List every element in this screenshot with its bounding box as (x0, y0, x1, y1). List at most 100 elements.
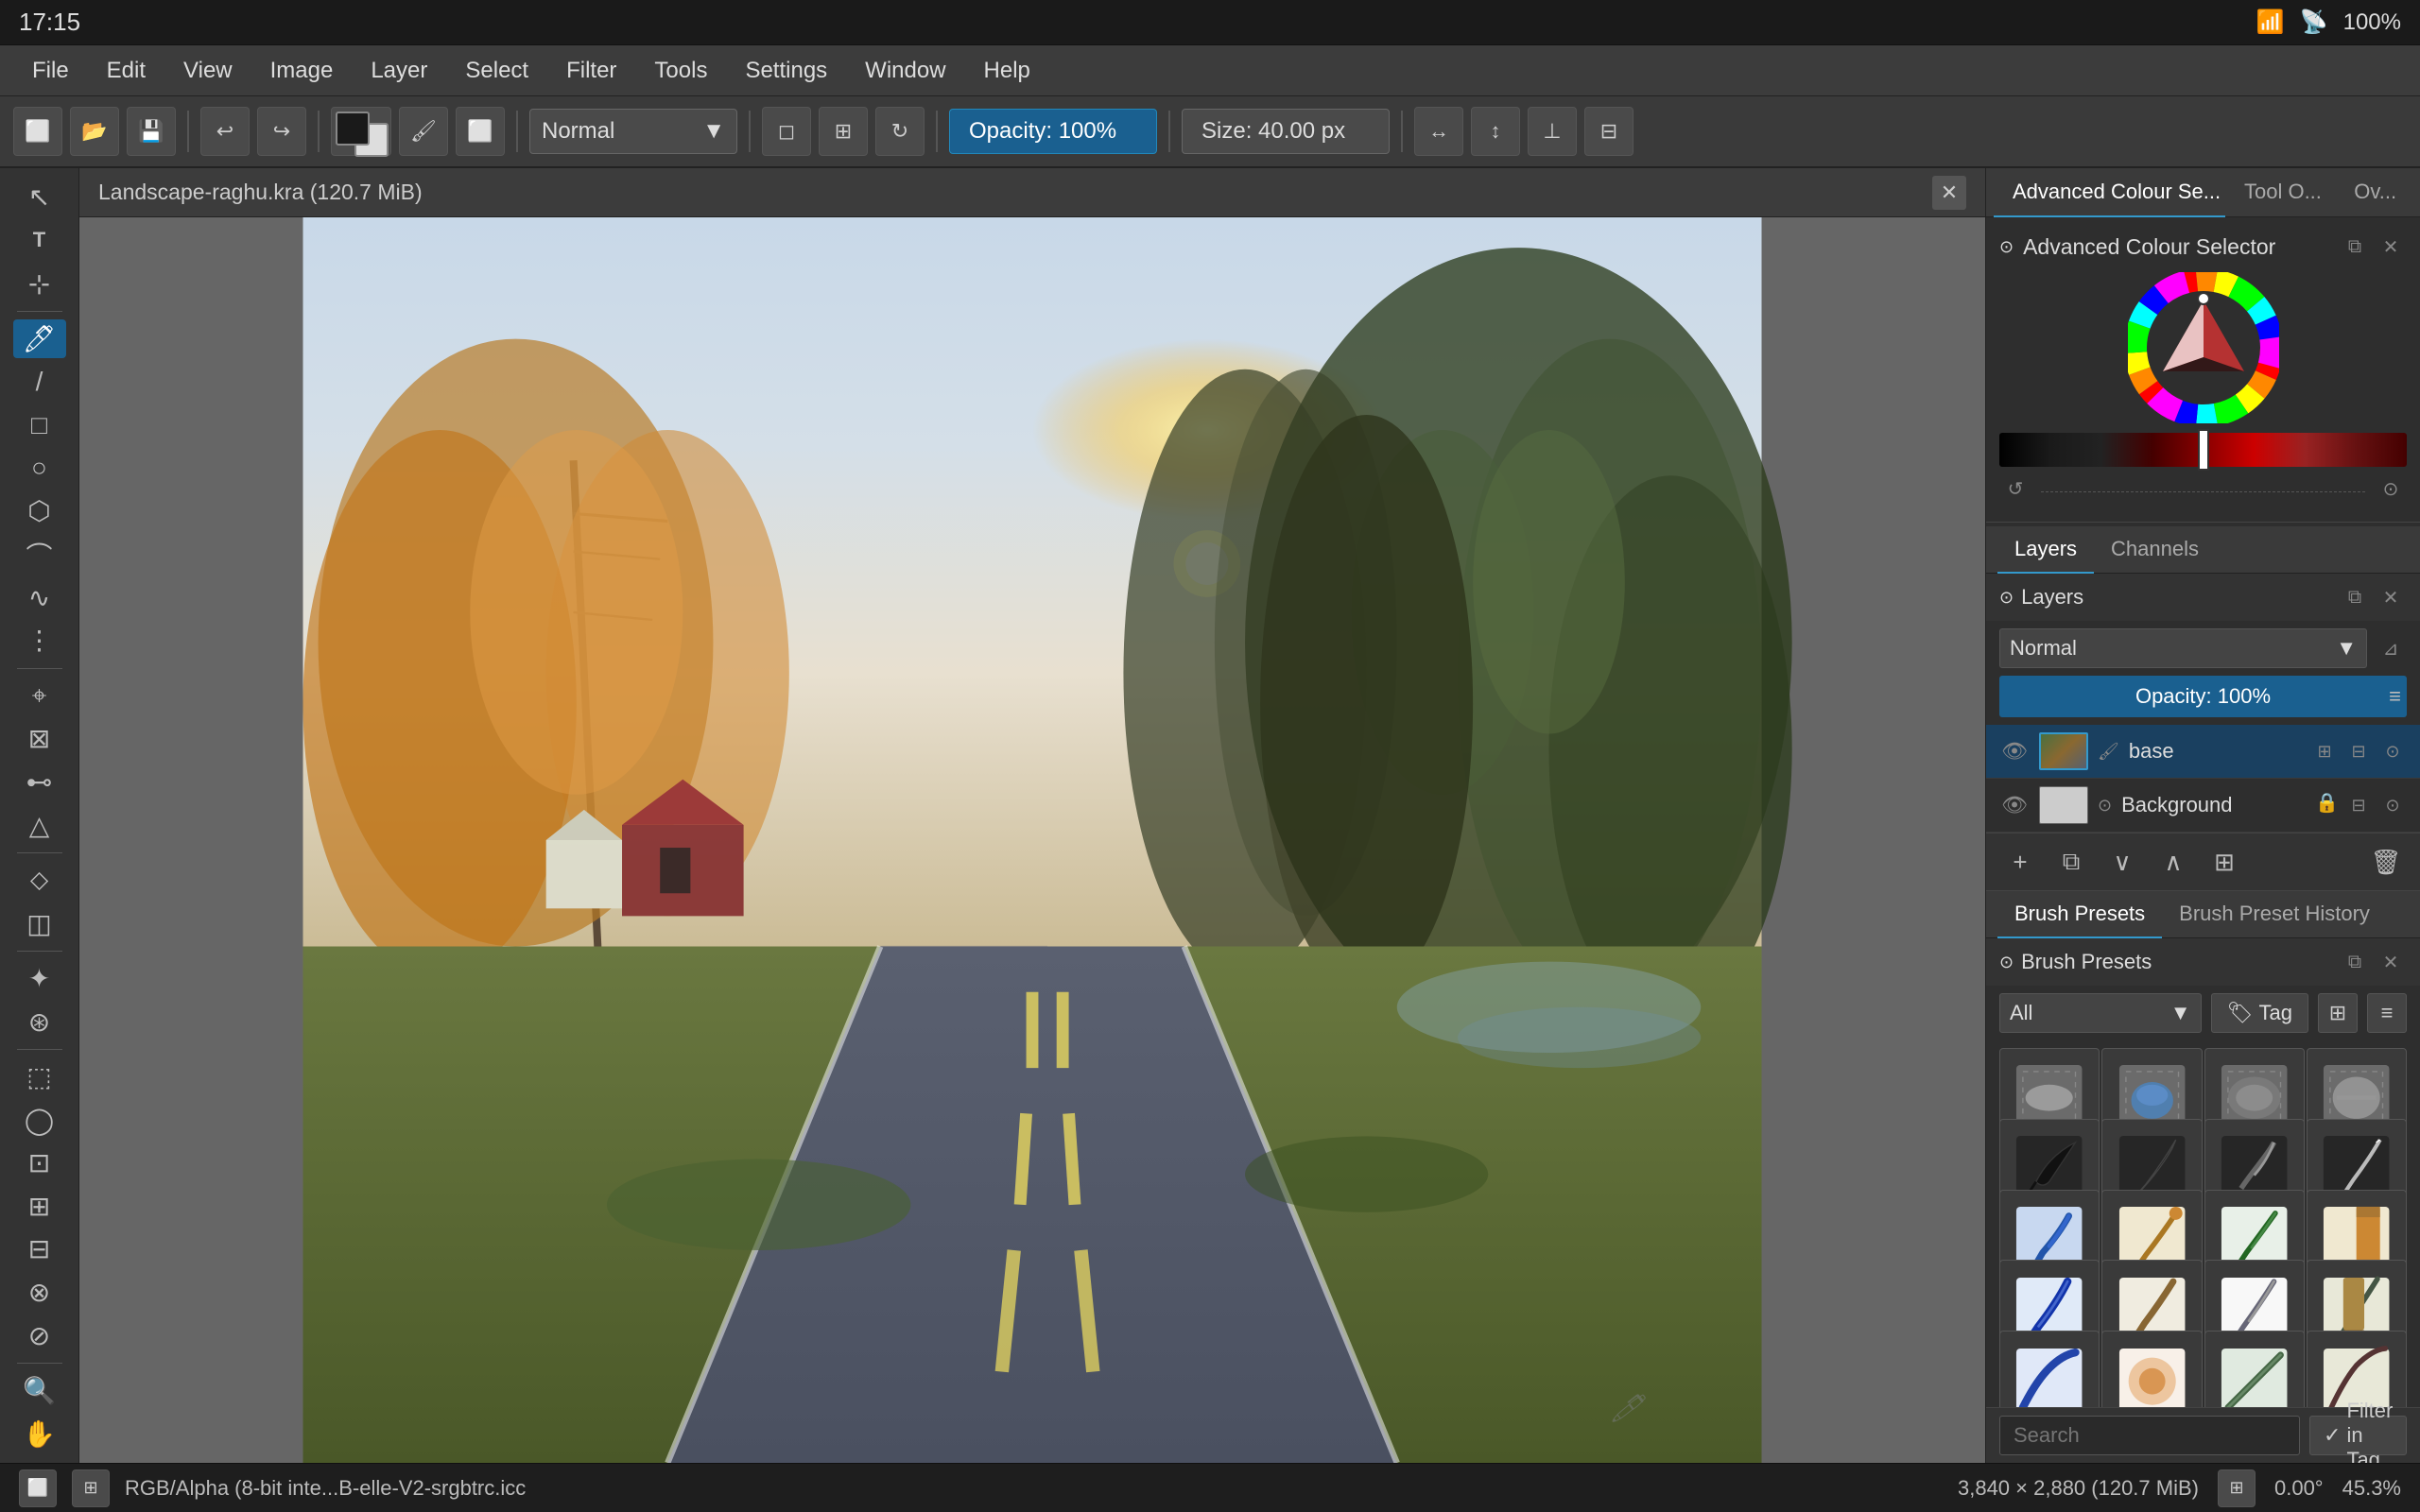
color-panel-detach-btn[interactable]: ⧉ (2339, 231, 2371, 263)
brush-search-input[interactable] (1999, 1416, 2300, 1455)
menu-tools[interactable]: Tools (637, 52, 724, 90)
layer-base-alpha-btn[interactable]: ⊟ (2344, 737, 2373, 765)
tool-color-picker[interactable]: ✦ (13, 959, 66, 999)
layer-up-btn[interactable]: ∧ (2152, 841, 2194, 883)
tool-rect[interactable]: □ (13, 405, 66, 445)
tool-angle[interactable]: △ (13, 805, 66, 845)
brush-preset-btn[interactable]: 🖌 (399, 107, 448, 156)
menu-layer[interactable]: Layer (354, 52, 444, 90)
brush-tag-btn[interactable]: 🏷 Tag (2211, 993, 2308, 1033)
layer-row-background[interactable]: 👁 ⊙ Background 🔒 ⊟ ⊙ (1986, 779, 2420, 833)
menu-file[interactable]: File (15, 52, 86, 90)
tool-multibrush[interactable]: ⋮ (13, 621, 66, 661)
redo-btn[interactable]: ↪ (257, 107, 306, 156)
canvas-area[interactable]: 🖊 (79, 217, 1985, 1463)
brush-detach-btn[interactable]: ⧉ (2339, 946, 2371, 978)
tool-transform2[interactable]: ⌖ (13, 676, 66, 715)
menu-filter[interactable]: Filter (549, 52, 633, 90)
brush-size-control[interactable]: Size: 40.00 px (1182, 109, 1390, 154)
preserve-alpha-btn[interactable]: ⊞ (819, 107, 868, 156)
tool-bezier-select[interactable]: ⊗ (13, 1273, 66, 1313)
tool-contiguous-select[interactable]: ⊞ (13, 1187, 66, 1227)
reload-btn[interactable]: ↻ (875, 107, 925, 156)
tool-line[interactable]: / (13, 362, 66, 402)
tool-similar-select[interactable]: ⊟ (13, 1229, 66, 1269)
layer-filter-btn[interactable]: ⊿ (2375, 632, 2407, 664)
tool-brush[interactable]: 🖊 (13, 319, 66, 359)
tool-gradient[interactable]: ◫ (13, 903, 66, 943)
tool-polygon[interactable]: ⬡ (13, 491, 66, 531)
tool-smart-patch[interactable]: ⊛ (13, 1002, 66, 1041)
menu-window[interactable]: Window (848, 52, 962, 90)
tool-text[interactable]: T (13, 221, 66, 261)
mirror-tool-btn[interactable]: ⊥ (1528, 107, 1577, 156)
tab-overview[interactable]: Ov... (2335, 168, 2412, 217)
opacity-control[interactable]: Opacity: 100% (949, 109, 1157, 154)
layer-base-more-btn[interactable]: ⊙ (2378, 737, 2407, 765)
wrap-tool-btn[interactable]: ⊟ (1584, 107, 1634, 156)
menu-image[interactable]: Image (253, 52, 351, 90)
brush-item-20[interactable] (2307, 1331, 2407, 1407)
tool-polygon-select[interactable]: ⊡ (13, 1143, 66, 1183)
layers-opacity-bar[interactable]: Opacity: 100% ≡ (1999, 676, 2407, 717)
menu-help[interactable]: Help (967, 52, 1047, 90)
layer-base-copy-btn[interactable]: ⊞ (2310, 737, 2339, 765)
tool-measure[interactable]: ⊷ (13, 763, 66, 802)
color-fg-bg[interactable] (331, 107, 391, 156)
filter-in-tag-btn[interactable]: ✓ Filter in Tag (2309, 1416, 2407, 1455)
mirror-h-btn[interactable]: ↔ (1414, 107, 1463, 156)
tool-freehand[interactable]: ∿ (13, 577, 66, 617)
tab-advanced-color[interactable]: Advanced Colour Se... (1994, 168, 2225, 217)
brush-item-17[interactable] (1999, 1331, 2100, 1407)
menu-view[interactable]: View (166, 52, 250, 90)
mirror-v-btn[interactable]: ↕ (1471, 107, 1520, 156)
add-layer-btn[interactable]: + (1999, 841, 2041, 883)
canvas-close-btn[interactable]: ✕ (1932, 176, 1966, 210)
layer-visibility-bg[interactable]: 👁 (1999, 790, 2030, 820)
color-options-btn[interactable]: ⊙ (2375, 472, 2407, 505)
tool-ellipse-select[interactable]: ◯ (13, 1100, 66, 1140)
layers-opacity-menu-btn[interactable]: ≡ (2389, 684, 2401, 709)
brush-list-view-btn[interactable]: ⊞ (2318, 993, 2358, 1033)
hue-gradient-bar[interactable] (1999, 433, 2407, 467)
brush-close-btn[interactable]: ✕ (2375, 946, 2407, 978)
layer-bg-alpha-btn[interactable]: ⊟ (2344, 791, 2373, 819)
new-document-btn[interactable]: ⬜ (13, 107, 62, 156)
save-file-btn[interactable]: 💾 (127, 107, 176, 156)
tool-rect-select[interactable]: ⬚ (13, 1057, 66, 1097)
menu-settings[interactable]: Settings (728, 52, 844, 90)
eraser-btn[interactable]: ◻ (762, 107, 811, 156)
menu-edit[interactable]: Edit (90, 52, 163, 90)
statusbar-zoom-btn[interactable]: ⊞ (2218, 1469, 2256, 1507)
brush-item-18[interactable] (2101, 1331, 2202, 1407)
tab-brush-presets[interactable]: Brush Presets (1997, 891, 2162, 938)
color-reset-btn[interactable]: ↺ (1999, 472, 2031, 505)
tab-brush-history[interactable]: Brush Preset History (2162, 891, 2387, 938)
tool-transform[interactable]: ⊹ (13, 264, 66, 303)
fg-color-swatch[interactable] (336, 112, 370, 146)
tab-layers[interactable]: Layers (1997, 526, 2094, 574)
tool-magnetic-select[interactable]: ⊘ (13, 1315, 66, 1355)
blend-mode-dropdown[interactable]: Normal ▼ (1999, 628, 2367, 668)
tool-bezier[interactable]: ⌒ (13, 535, 66, 575)
tab-tool-options[interactable]: Tool O... (2225, 168, 2335, 217)
brush-category-select[interactable]: All ▼ (1999, 993, 2202, 1033)
copy-layer-btn[interactable]: ⧉ (2050, 841, 2092, 883)
layer-props-btn[interactable]: ⊞ (2204, 841, 2245, 883)
tool-ellipse[interactable]: ○ (13, 449, 66, 489)
layer-row-base[interactable]: 👁 🖌 base ⊞ ⊟ ⊙ (1986, 725, 2420, 779)
layers-detach-btn[interactable]: ⧉ (2339, 581, 2371, 613)
tool-crop[interactable]: ⊠ (13, 719, 66, 759)
wrap-mode-btn[interactable]: ⬜ (456, 107, 505, 156)
tab-channels[interactable]: Channels (2094, 526, 2216, 574)
tool-pan[interactable]: ✋ (13, 1414, 66, 1453)
layer-visibility-base[interactable]: 👁 (1999, 736, 2030, 766)
undo-btn[interactable]: ↩ (200, 107, 250, 156)
color-wheel[interactable] (2128, 272, 2279, 423)
color-panel-close-btn[interactable]: ✕ (2375, 231, 2407, 263)
open-file-btn[interactable]: 📂 (70, 107, 119, 156)
brush-grid-view-btn[interactable]: ≡ (2367, 993, 2407, 1033)
layer-down-btn[interactable]: ∨ (2101, 841, 2143, 883)
tool-zoom[interactable]: 🔍 (13, 1371, 66, 1411)
tool-select[interactable]: ↖ (13, 178, 66, 217)
